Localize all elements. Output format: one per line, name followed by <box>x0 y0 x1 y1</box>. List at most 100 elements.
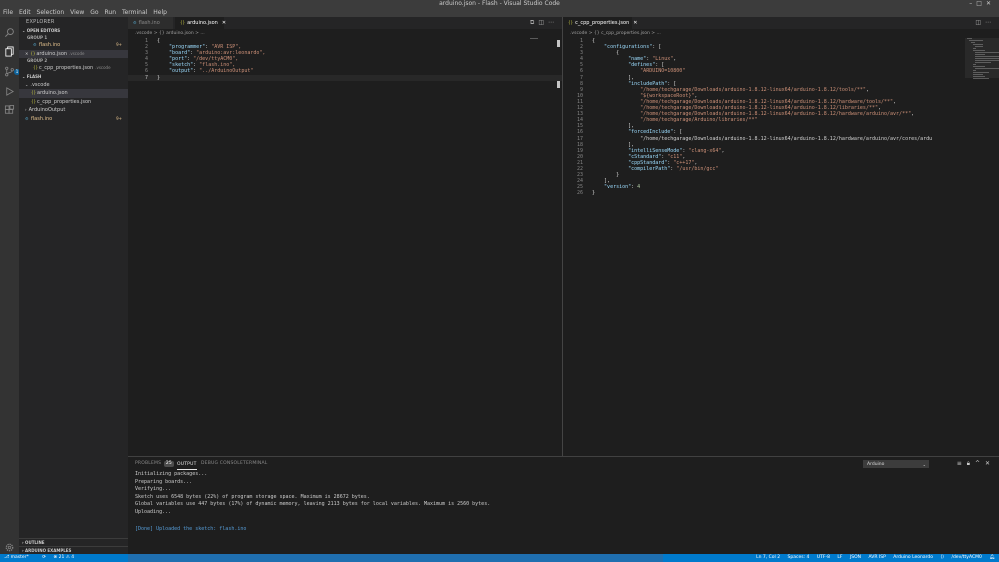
code-line-current: 7} <box>128 74 562 81</box>
split-editor-icon[interactable]: ◫ <box>975 19 985 26</box>
breadcrumb[interactable]: .vscode > {} arduino.json > ... <box>128 29 562 38</box>
extensions-icon[interactable] <box>4 101 15 114</box>
sidebar-bottom-sections: › OUTLINE › ARDUINO EXAMPLES <box>19 538 128 554</box>
output-log[interactable]: Initializing packages... Preparing board… <box>128 471 999 534</box>
open-editors-section[interactable]: ⌄ OPEN EDITORS <box>19 27 128 35</box>
arduino-examples-section[interactable]: › ARDUINO EXAMPLES <box>19 546 128 554</box>
output-line: Global variables use 447 bytes (17%) of … <box>135 501 491 507</box>
more-actions-icon[interactable]: ⋯ <box>985 19 995 26</box>
close-panel-icon[interactable]: ✕ <box>985 460 995 467</box>
editor-area: ⚙ flash.ino {} arduino.json ✕ ⧉◫⋯ .vscode >… <box>128 17 999 456</box>
file-arduino-json[interactable]: {}arduino.json <box>19 89 128 98</box>
open-editor-arduino-json[interactable]: ✕ {}arduino.json .vscode <box>19 49 128 58</box>
close-tab-icon[interactable]: ✕ <box>633 20 637 26</box>
file-c-cpp-properties[interactable]: {}c_cpp_properties.json <box>19 98 128 107</box>
lock-scroll-icon[interactable]: 🔒︎ <box>967 460 975 467</box>
menu-go[interactable]: Go <box>88 8 100 17</box>
minimap-slider[interactable] <box>965 38 999 78</box>
sync-icon[interactable]: ⟳ <box>42 555 46 560</box>
menu-view[interactable]: View <box>68 8 86 17</box>
close-tab-icon[interactable]: ✕ <box>222 20 226 26</box>
menu-selection[interactable]: Selection <box>35 8 67 17</box>
editor-group-2: {} c_cpp_properties.json ✕ ◫⋯ .vscode > {}… <box>563 17 999 456</box>
maximize-icon[interactable]: □ <box>976 0 986 7</box>
run-debug-icon[interactable] <box>4 82 15 96</box>
output-line: Preparing boards... <box>135 478 193 485</box>
output-line: Verifying... <box>135 486 172 492</box>
problems-status[interactable]: ⊗ 21 ⚠ 4 <box>53 555 74 560</box>
chevron-down-icon: ⌄ <box>25 81 29 87</box>
explorer-sidebar: EXPLORER ⌄ OPEN EDITORS GROUP 1 ⚙ flash.i… <box>19 17 128 554</box>
arduino-sketch-icon[interactable]: ⟨⟩ <box>940 555 944 560</box>
panel-actions: ≡🔒︎^✕ <box>957 457 995 471</box>
tab-flash-ino[interactable]: ⚙ flash.ino <box>128 17 174 29</box>
status-right: Ln 7, Col 2 Spaces: 4 UTF-8 LF JSON AVR … <box>750 554 995 562</box>
outline-section[interactable]: › OUTLINE <box>19 538 128 546</box>
file-flash-ino[interactable]: ⚙ flash.ino 9+ <box>19 115 128 124</box>
close-editor-icon[interactable]: ✕ <box>25 51 28 56</box>
menu-terminal[interactable]: Terminal <box>120 8 149 17</box>
search-icon[interactable] <box>4 23 15 37</box>
tab-terminal[interactable]: TERMINAL <box>243 457 267 471</box>
tab-debug-console[interactable]: DEBUG CONSOLE <box>201 457 243 471</box>
split-editor-icon[interactable]: ◫ <box>538 19 548 26</box>
scrollbar-thumb[interactable] <box>557 40 560 47</box>
tab-problems[interactable]: PROBLEMS 25 <box>135 457 174 471</box>
close-icon[interactable]: ✕ <box>986 0 995 7</box>
open-editor-flash-ino[interactable]: ⚙ flash.ino 9+ <box>19 41 128 50</box>
clear-output-icon[interactable]: ≡ <box>957 460 967 467</box>
maximize-panel-icon[interactable]: ^ <box>975 460 985 467</box>
breadcrumb[interactable]: .vscode > {} c_cpp_properties.json > ... <box>563 29 999 38</box>
more-actions-icon[interactable]: ⋯ <box>548 19 558 26</box>
folder-vscode[interactable]: ⌄ .vscode <box>19 81 128 90</box>
output-line: Sketch uses 6548 bytes (22%) of program … <box>135 493 370 500</box>
tab-arduino-json[interactable]: {} arduino.json ✕ <box>175 17 226 29</box>
modified-count: 9+ <box>116 42 122 47</box>
git-branch[interactable]: ⎇ master* <box>4 555 35 560</box>
code-line: 26} <box>576 190 596 197</box>
open-editor-c-cpp-properties[interactable]: {}c_cpp_properties.json .vscode <box>19 64 128 73</box>
serial-port[interactable]: /dev/ttyACM0 <box>951 555 981 560</box>
window-title: arduino.json - Flash - Visual Studio Cod… <box>439 0 560 7</box>
source-control-icon[interactable]: 1 <box>4 62 20 77</box>
editor-actions: ⧉◫⋯ <box>530 17 558 29</box>
status-left: ⎇ master* ⟳ ⊗ 21 ⚠ 4 <box>4 554 80 562</box>
notifications-icon[interactable]: 🔔︎ <box>989 555 995 560</box>
window-controls[interactable]: –□✕ <box>969 0 995 8</box>
menu-help[interactable]: Help <box>151 8 169 17</box>
settings-gear-icon[interactable] <box>4 538 15 552</box>
menu-run[interactable]: Run <box>103 8 119 17</box>
menu-file[interactable]: File <box>0 8 15 17</box>
tab-bar: ⚙ flash.ino {} arduino.json ✕ ⧉◫⋯ <box>128 17 562 29</box>
modified-count: 9+ <box>116 115 122 121</box>
output-line: Initializing packages... <box>135 471 208 477</box>
json-file-icon: {} <box>180 20 186 25</box>
language-mode[interactable]: JSON <box>850 555 861 560</box>
explorer-icon[interactable] <box>4 42 15 57</box>
cursor-position[interactable]: Ln 7, Col 2 <box>756 555 780 560</box>
status-bar: ⎇ master* ⟳ ⊗ 21 ⚠ 4 Ln 7, Col 2 Spaces:… <box>0 554 999 562</box>
panel-tabs: PROBLEMS 25 OUTPUT DEBUG CONSOLE TERMINA… <box>128 457 999 471</box>
line-ending[interactable]: LF <box>837 555 842 560</box>
minimap[interactable] <box>528 38 562 98</box>
code-editor[interactable]: 1{ 2 "programmer": "AVR ISP", 3 "board":… <box>128 38 562 81</box>
folder-section-flash[interactable]: ⌄ FLASH <box>19 73 128 81</box>
overview-ruler-mark <box>557 81 560 88</box>
tab-c-cpp-properties[interactable]: {} c_cpp_properties.json ✕ <box>563 17 637 29</box>
indentation[interactable]: Spaces: 4 <box>788 555 810 560</box>
explorer-header: EXPLORER <box>26 19 55 25</box>
folder-arduino-output[interactable]: › ArduinoOutput <box>19 106 128 115</box>
menu-edit[interactable]: Edit <box>17 8 33 17</box>
output-channel-select[interactable]: Arduino ⌄ <box>863 460 929 468</box>
editor-actions: ◫⋯ <box>975 17 995 29</box>
code-editor[interactable]: 1{2 "configurations": [3 {4 "name": "Lin… <box>563 38 999 196</box>
json-file-icon: {} <box>568 20 574 25</box>
problems-count-badge: 25 <box>163 461 174 467</box>
chevron-right-icon: › <box>25 107 27 112</box>
arduino-programmer[interactable]: AVR ISP <box>868 555 885 560</box>
status-bar-progress <box>128 554 663 562</box>
title-bar: arduino.json - Flash - Visual Studio Cod… <box>0 0 999 8</box>
tab-output[interactable]: OUTPUT <box>177 458 197 470</box>
encoding[interactable]: UTF-8 <box>817 555 830 560</box>
arduino-board[interactable]: Arduino Leonardo <box>893 555 933 560</box>
